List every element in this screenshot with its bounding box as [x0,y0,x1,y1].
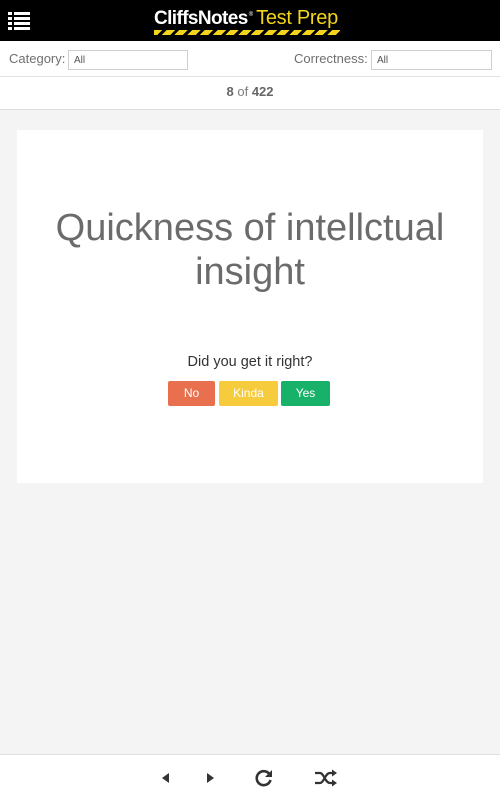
shuffle-icon[interactable] [314,768,338,788]
previous-icon[interactable] [160,768,172,788]
counter-of: of [237,84,249,99]
kinda-button[interactable]: Kinda [219,381,278,406]
current-card-number: 8 [226,84,234,99]
app-header: CliffsNotes® Test Prep [0,0,500,41]
hamburger-list-icon [8,12,30,30]
no-button[interactable]: No [168,381,215,406]
logo-brand: CliffsNotes [154,8,248,29]
logo-product: Test Prep [256,7,338,29]
self-assessment-prompt: Did you get it right? [187,354,313,370]
category-label: Category: [9,51,66,66]
menu-icon[interactable] [6,8,32,32]
category-select[interactable]: All [68,50,188,70]
yes-button[interactable]: Yes [281,381,330,406]
bottom-navigation [0,754,500,800]
total-card-count: 422 [251,84,274,99]
card-counter: 8 of 422 [0,77,500,110]
app-logo: CliffsNotes® Test Prep [154,5,340,37]
logo-registered-mark: ® [248,12,254,18]
correctness-label: Correctness: [294,51,368,66]
logo-stripe [154,30,340,35]
correctness-select[interactable]: All [371,50,492,70]
filter-bar: Category: All Correctness: All [0,41,500,77]
flashcard[interactable]: Quickness of intellctual insight Did you… [17,130,483,483]
flashcard-term: Quickness of intellctual insight [55,207,445,293]
next-icon[interactable] [204,768,216,788]
reload-icon[interactable] [253,768,275,788]
